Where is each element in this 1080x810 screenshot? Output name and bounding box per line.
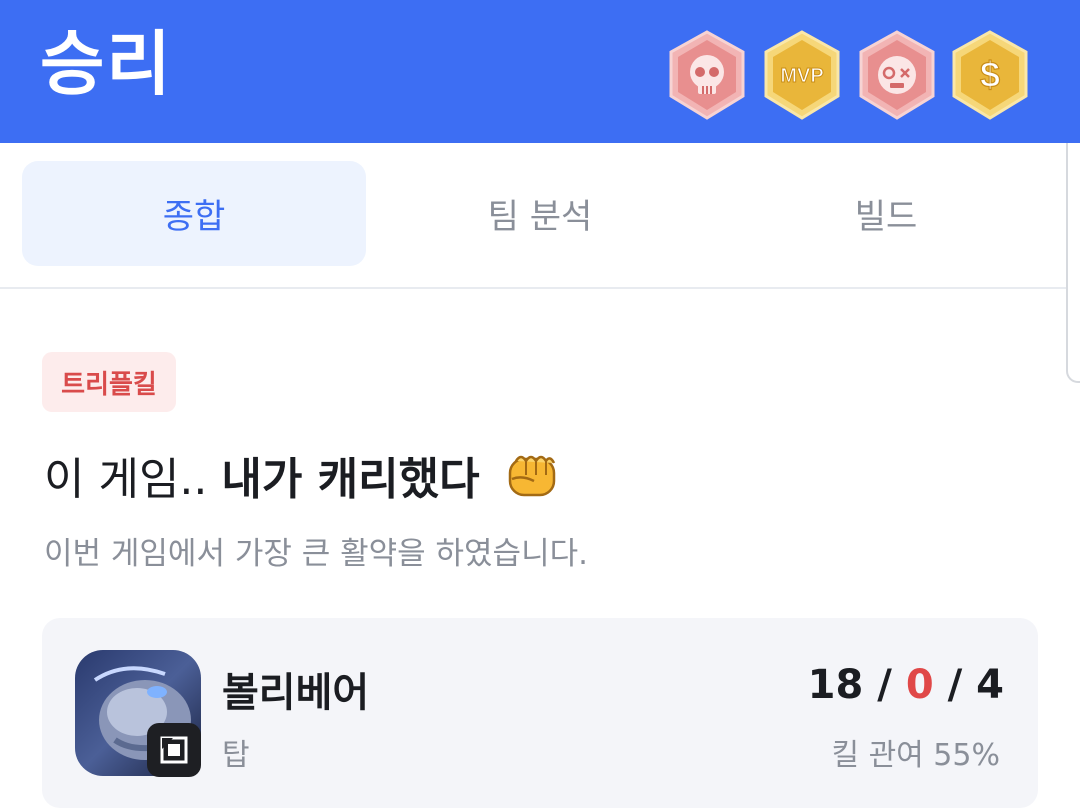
skull-badge-icon[interactable] [667, 30, 747, 120]
tab-bar: 종합 팀 분석 빌드 [0, 143, 1080, 289]
top-role-icon [147, 723, 201, 777]
multikill-tag: 트리플킬 [42, 352, 176, 412]
kill-participation: 킬 관여 55% [831, 738, 1000, 773]
deaths: 0 [905, 662, 934, 708]
svg-text:MVP: MVP [780, 65, 823, 87]
result-title: 승리 [40, 23, 173, 105]
player-card[interactable]: 볼리베어 탑 18 / 0 / 4 킬 관여 55% [42, 618, 1038, 808]
fist-icon [508, 455, 555, 497]
headline-bold: 내가 캐리했다 [221, 454, 480, 505]
highlight-subtext: 이번 게임에서 가장 큰 활약을 하였습니다. [44, 536, 588, 572]
svg-text:$: $ [980, 54, 1000, 95]
tab-overview[interactable]: 종합 [22, 161, 366, 266]
headline-prefix: 이 게임.. [44, 454, 208, 505]
zombie-badge-icon[interactable] [857, 30, 937, 120]
tab-build[interactable]: 빌드 [714, 161, 1058, 266]
champion-role: 탑 [222, 738, 250, 773]
kda-separator: / [947, 662, 963, 708]
tab-team-analysis[interactable]: 팀 분석 [368, 161, 712, 266]
kda-score: 18 / 0 / 4 [808, 662, 1004, 708]
assists: 4 [976, 662, 1004, 708]
mvp-badge-icon[interactable]: MVP [762, 30, 842, 120]
scroll-edge [1066, 143, 1080, 383]
result-header: 승리 MVP $ [0, 0, 1080, 143]
champion-name: 볼리베어 [222, 670, 370, 716]
highlight-headline: 이 게임.. 내가 캐리했다 [44, 440, 562, 510]
kda-separator: / [877, 662, 892, 708]
dollar-badge-icon[interactable]: $ [950, 30, 1030, 120]
kills: 18 [807, 662, 864, 708]
